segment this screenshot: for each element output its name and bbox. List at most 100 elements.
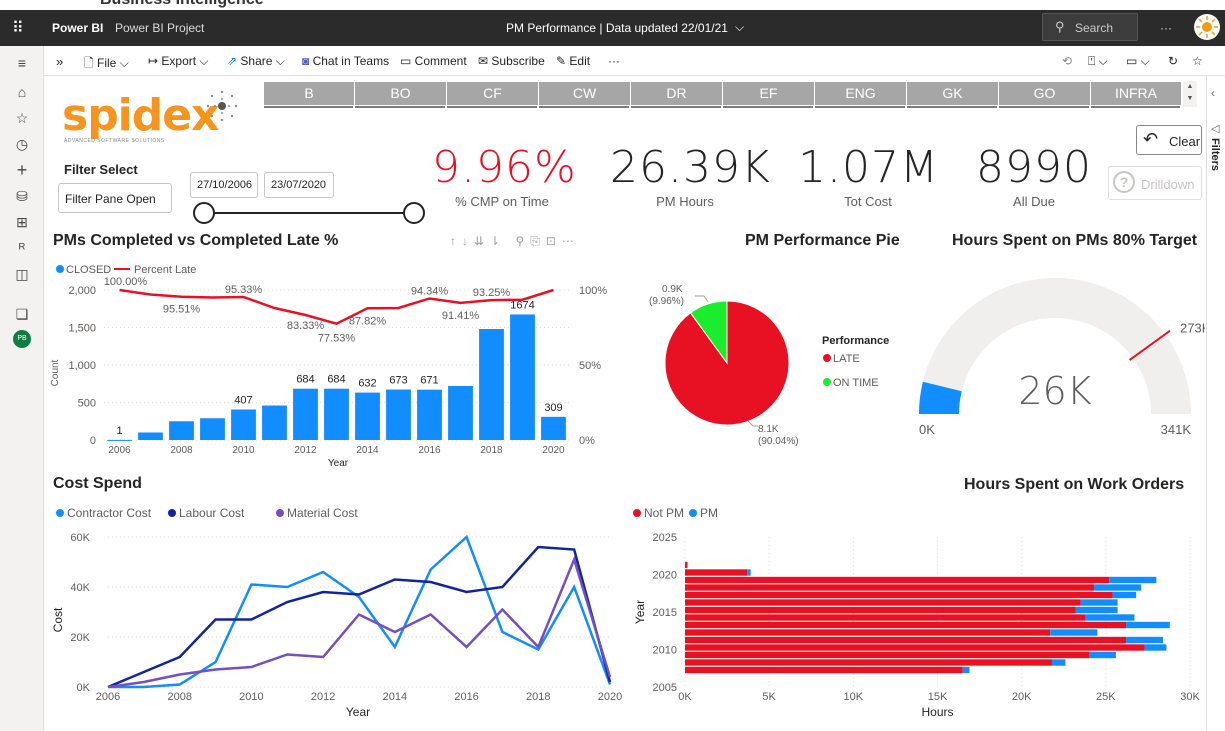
edit-label: Edit xyxy=(569,54,591,68)
filter-pane-button[interactable]: Filter Pane Open xyxy=(58,183,172,213)
file-menu[interactable]: 🗋 File ⌵ xyxy=(84,54,129,75)
export-label: Export xyxy=(161,54,197,68)
tile-underline xyxy=(815,106,905,108)
pie-leader-line xyxy=(747,420,758,427)
y-tick-label: 1,500 xyxy=(68,323,96,335)
tile-go[interactable]: GO xyxy=(999,82,1091,105)
workspace-avatar[interactable]: PB xyxy=(13,330,31,348)
export-menu[interactable]: ↦ Export ⌵ xyxy=(148,54,209,69)
bar xyxy=(541,416,566,440)
cost-legend-label: Material Cost xyxy=(287,506,358,520)
tile-dr[interactable]: DR xyxy=(631,82,723,105)
bar-pm xyxy=(1085,614,1135,621)
drilldown-button[interactable]: ? Drilldown xyxy=(1108,166,1202,200)
datasets-icon[interactable]: ⛁ xyxy=(14,188,30,204)
share-icon: ⇗ xyxy=(227,54,241,68)
kpi-value: 1.07M xyxy=(798,142,939,193)
tile-underline xyxy=(723,106,813,108)
subscribe-button[interactable]: ✉ Subscribe xyxy=(478,54,545,68)
favorite-star-icon[interactable]: ☆ xyxy=(1192,54,1203,68)
avatar[interactable] xyxy=(1194,14,1220,40)
filter-icon: ◁ xyxy=(1211,123,1220,135)
brand-label[interactable]: Power BI xyxy=(52,21,103,35)
tile-cf[interactable]: CF xyxy=(447,82,539,105)
clear-button[interactable]: ↶ Clear xyxy=(1136,125,1202,155)
cost-chart-title: Cost Spend xyxy=(53,475,142,492)
tile-cw[interactable]: CW xyxy=(539,82,631,105)
question-icon: ? xyxy=(1113,171,1135,193)
chevron-down-icon[interactable]: ⌵ xyxy=(735,20,744,35)
date-start-input[interactable]: 27/10/2006 xyxy=(190,172,258,198)
cost-legend-marker xyxy=(168,509,176,517)
tile-gk[interactable]: GK xyxy=(907,82,999,105)
create-icon[interactable]: + xyxy=(14,161,30,179)
filters-pane-collapsed[interactable]: ‹ ◁ Filters xyxy=(1206,76,1225,731)
tile-underline xyxy=(355,106,445,108)
search-placeholder: Search xyxy=(1075,21,1114,35)
y-tick-label: 2015 xyxy=(653,607,677,619)
date-slider-start-handle[interactable] xyxy=(193,202,215,224)
tile-eng[interactable]: ENG xyxy=(815,82,907,105)
cost-legend-marker xyxy=(276,509,284,517)
workspace-label[interactable]: Power BI Project xyxy=(115,21,204,35)
x-tick-label: 2010 xyxy=(232,445,255,456)
y-axis-title: Count xyxy=(50,359,61,386)
app-launcher-icon[interactable]: ⠿ xyxy=(12,18,26,38)
bookmark-icon[interactable]: ⍞ ⌵ xyxy=(1088,54,1108,69)
logo-tagline: ADVANCED SOFTWARE SOLUTIONS xyxy=(64,138,165,144)
x-tick-label: 2020 xyxy=(598,691,622,703)
report-title[interactable]: PM Performance | Data updated 22/01/21 xyxy=(506,21,728,35)
bar-data-label: 1674 xyxy=(510,299,534,311)
more-options-icon[interactable]: ··· xyxy=(608,54,620,68)
file-icon: 🗋 xyxy=(84,56,97,70)
chat-in-teams-button[interactable]: ◙ Chat in Teams xyxy=(302,54,389,68)
learn-icon[interactable]: ◫ xyxy=(14,266,30,282)
workspaces-icon[interactable]: ❏ xyxy=(14,306,30,322)
edit-button[interactable]: ✎ Edit xyxy=(556,54,590,68)
bar xyxy=(448,386,473,440)
bar-data-label: 684 xyxy=(296,374,314,386)
tiles-scrollbar[interactable]: ▲ ▼ xyxy=(1183,81,1197,107)
y-axis-title: Year xyxy=(633,600,647,624)
bar-not-pm xyxy=(685,576,1110,584)
date-end-input[interactable]: 23/07/2020 xyxy=(264,172,334,198)
apps-icon[interactable]: ⊞ xyxy=(14,214,30,230)
bar-data-label: 673 xyxy=(389,375,407,387)
recent-icon[interactable]: ◷ xyxy=(14,136,30,152)
y-tick-label: 0 xyxy=(90,435,96,447)
comment-button[interactable]: ▭ Comment xyxy=(400,54,467,68)
undo-icon[interactable]: ⟲ xyxy=(1062,54,1072,68)
favorites-icon[interactable]: ☆ xyxy=(14,110,30,126)
export-icon: ↦ xyxy=(148,54,162,68)
date-slider-end-handle[interactable] xyxy=(403,202,425,224)
tile-ef[interactable]: EF xyxy=(723,82,815,105)
refresh-icon[interactable]: ↻ xyxy=(1168,54,1178,68)
bar-not-pm xyxy=(685,569,748,576)
tile-bo[interactable]: BO xyxy=(355,82,447,105)
line-data-label: 94.34% xyxy=(411,285,449,297)
chevron-left-icon[interactable]: ‹ xyxy=(1211,86,1215,100)
hamburger-icon[interactable]: ≡ xyxy=(14,55,30,71)
view-icon[interactable]: ▭ ⌵ xyxy=(1126,54,1150,69)
tile-infra[interactable]: INFRA xyxy=(1091,82,1182,105)
bar-pm xyxy=(1050,629,1098,636)
share-menu[interactable]: ⇗ Share ⌵ xyxy=(227,54,285,69)
more-options-icon[interactable]: ··· xyxy=(1160,21,1172,35)
shared-icon[interactable]: ᴿ xyxy=(14,240,30,256)
x-tick-label: 20K xyxy=(1012,691,1032,703)
legend-closed-label: CLOSED xyxy=(66,264,111,276)
home-icon[interactable]: ⌂ xyxy=(14,84,30,100)
bar-pm xyxy=(747,569,751,576)
visual-header-icons[interactable]: ↑↓⇊⇂ ⚲⎘⊡⋯ xyxy=(450,234,580,249)
filter-select-title: Filter Select xyxy=(64,162,138,177)
kpi-label: PM Hours xyxy=(656,194,714,209)
date-slider-track[interactable] xyxy=(204,212,414,214)
kpi-tot-cost: 1.07M Tot Cost xyxy=(798,142,939,210)
tile-b[interactable]: B xyxy=(264,82,355,105)
search-input[interactable]: ⚲ Search xyxy=(1042,13,1138,41)
bar-data-label: 309 xyxy=(544,402,562,414)
expand-icon[interactable]: » xyxy=(56,54,63,69)
pie-legend-marker xyxy=(823,378,831,386)
bar xyxy=(200,418,225,440)
bar-pm xyxy=(1126,636,1164,644)
